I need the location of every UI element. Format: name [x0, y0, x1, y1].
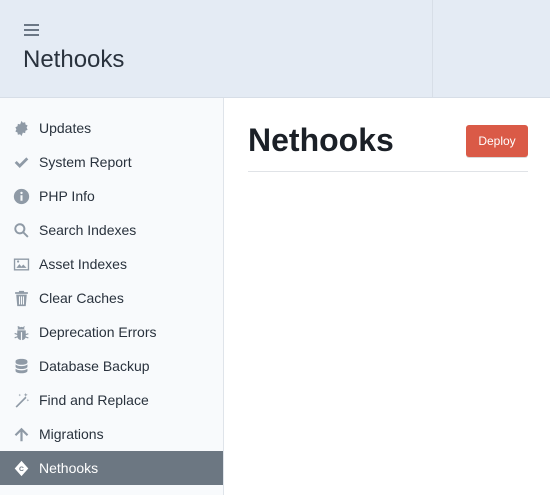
sidebar-item-system-report[interactable]: System Report	[0, 145, 223, 179]
sidebar-item-label: Search Indexes	[39, 222, 137, 238]
arrow-up-icon	[12, 425, 30, 443]
page-header-title: Nethooks	[23, 46, 125, 73]
header-bar: Nethooks	[0, 0, 550, 98]
sidebar-item-migrations[interactable]: Migrations	[0, 417, 223, 451]
sidebar-item-deprecation-errors[interactable]: Deprecation Errors	[0, 315, 223, 349]
search-icon	[12, 221, 30, 239]
database-icon	[12, 357, 30, 375]
deploy-button[interactable]: Deploy	[466, 125, 528, 157]
header-divider	[432, 0, 433, 97]
sidebar-item-label: Migrations	[39, 426, 104, 442]
nethooks-logo-icon: C	[12, 459, 30, 477]
sidebar: Updates System Report PHP Info Search In…	[0, 98, 224, 495]
info-circle-icon	[12, 187, 30, 205]
checkmark-icon	[12, 153, 30, 171]
sidebar-item-database-backup[interactable]: Database Backup	[0, 349, 223, 383]
sidebar-item-label: Database Backup	[39, 358, 150, 374]
sidebar-item-label: Deprecation Errors	[39, 324, 157, 340]
sidebar-item-label: System Report	[39, 154, 132, 170]
sidebar-item-clear-caches[interactable]: Clear Caches	[0, 281, 223, 315]
sidebar-item-label: Nethooks	[39, 460, 99, 476]
sidebar-item-updates[interactable]: Updates	[0, 111, 223, 145]
gear-badge-icon	[12, 119, 30, 137]
sidebar-item-label: PHP Info	[39, 188, 95, 204]
sidebar-item-php-info[interactable]: PHP Info	[0, 179, 223, 213]
sidebar-item-asset-indexes[interactable]: Asset Indexes	[0, 247, 223, 281]
sidebar-item-label: Asset Indexes	[39, 256, 127, 272]
trash-icon	[12, 289, 30, 307]
sidebar-item-label: Clear Caches	[39, 290, 124, 306]
magic-wand-icon	[12, 391, 30, 409]
title-divider	[248, 171, 528, 172]
page-title: Nethooks	[248, 122, 394, 158]
bug-icon	[12, 323, 30, 341]
hamburger-menu-icon[interactable]	[24, 24, 39, 36]
image-icon	[12, 255, 30, 273]
sidebar-item-label: Find and Replace	[39, 392, 149, 408]
sidebar-item-label: Updates	[39, 120, 92, 136]
sidebar-item-find-and-replace[interactable]: Find and Replace	[0, 383, 223, 417]
sidebar-item-search-indexes[interactable]: Search Indexes	[0, 213, 223, 247]
sidebar-item-nethooks[interactable]: C Nethooks	[0, 451, 223, 485]
svg-text:C: C	[19, 466, 24, 473]
